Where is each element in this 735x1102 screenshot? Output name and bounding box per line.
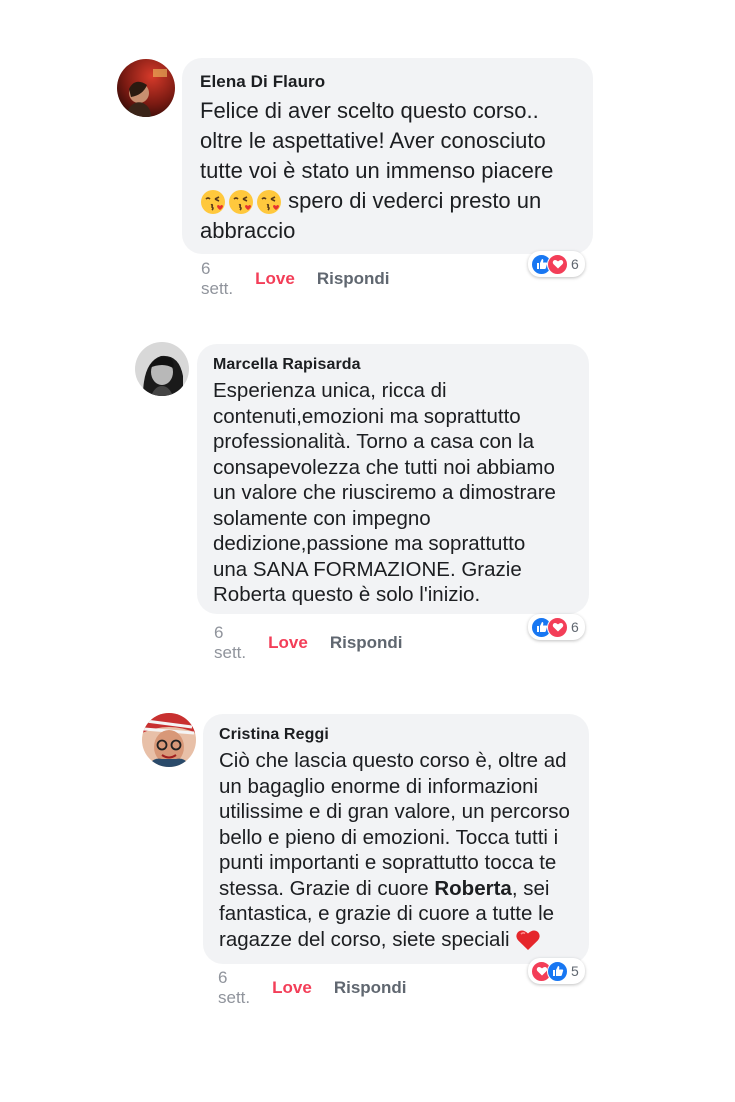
reaction-count: 6: [571, 256, 579, 272]
avatar-photo: [117, 59, 175, 117]
emoji-row: [200, 189, 282, 215]
comment-text: Ciò che lascia questo corso è, oltre ad …: [219, 748, 573, 953]
comment-actions: 6 sett. Love Rispondi: [218, 968, 407, 1008]
comment-time[interactable]: 6 sett.: [218, 968, 250, 1008]
comment-author[interactable]: Elena Di Flauro: [200, 72, 575, 92]
comment-text: Felice di aver scelto questo corso.. olt…: [200, 96, 575, 246]
reply-button[interactable]: Rispondi: [317, 269, 390, 289]
avatar[interactable]: [142, 713, 196, 767]
heart-icon: [547, 616, 568, 638]
comment-text: Esperienza unica, ricca di contenuti,emo…: [213, 379, 556, 606]
reaction-count: 6: [571, 619, 579, 635]
avatar-photo: [142, 713, 196, 767]
comment-bubble: Marcella Rapisarda Esperienza unica, ric…: [197, 344, 589, 614]
kissing-face-emoji: [201, 190, 225, 215]
red-heart-emoji: [516, 930, 540, 951]
comment-time[interactable]: 6 sett.: [201, 259, 233, 299]
comments-page: Elena Di Flauro Felice di aver scelto qu…: [0, 0, 735, 1102]
kissing-face-emoji: [257, 190, 281, 215]
heart-icon: [547, 253, 568, 275]
kissing-face-emoji: [229, 190, 253, 215]
comment-time[interactable]: 6 sett.: [214, 623, 246, 663]
reactions-summary[interactable]: 6: [528, 251, 585, 277]
love-button[interactable]: Love: [272, 978, 312, 998]
like-icon: [547, 960, 568, 982]
comment-bubble: Cristina Reggi Ciò che lascia questo cor…: [203, 714, 589, 964]
love-button[interactable]: Love: [268, 633, 308, 653]
avatar[interactable]: [117, 59, 175, 117]
reactions-summary[interactable]: 5: [528, 958, 585, 984]
comment-actions: 6 sett. Love Rispondi: [201, 259, 390, 299]
reply-button[interactable]: Rispondi: [334, 978, 407, 998]
reaction-count: 5: [571, 963, 579, 979]
comment-author[interactable]: Cristina Reggi: [219, 726, 573, 744]
mentioned-name[interactable]: Roberta: [434, 877, 511, 900]
comment-actions: 6 sett. Love Rispondi: [214, 623, 403, 663]
comment-text-part: Felice di aver scelto questo corso.. olt…: [200, 98, 554, 183]
avatar[interactable]: [135, 342, 189, 396]
comment-bubble: Elena Di Flauro Felice di aver scelto qu…: [182, 58, 593, 254]
love-button[interactable]: Love: [255, 269, 295, 289]
avatar-photo: [135, 342, 189, 396]
reply-button[interactable]: Rispondi: [330, 633, 403, 653]
comment-author[interactable]: Marcella Rapisarda: [213, 356, 573, 374]
reactions-summary[interactable]: 6: [528, 614, 585, 640]
